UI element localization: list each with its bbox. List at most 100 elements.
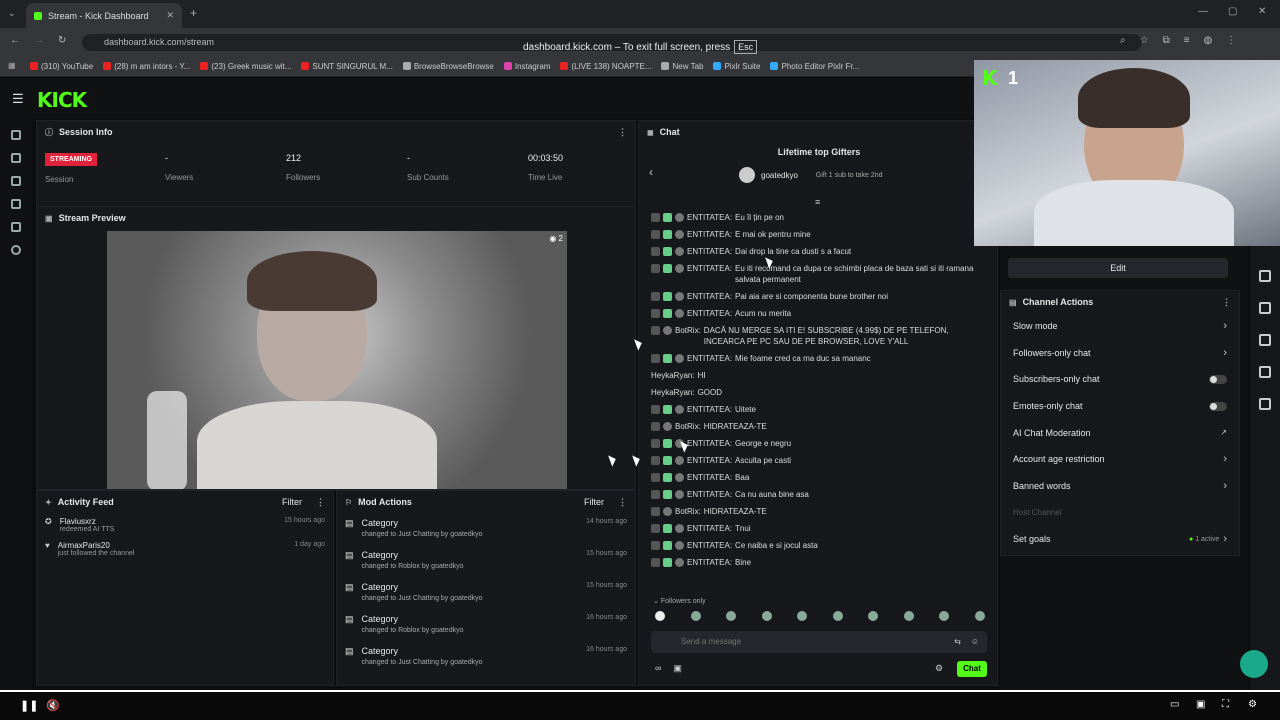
tab-search-icon[interactable]: ⌄: [8, 8, 16, 19]
bookmark-star-icon[interactable]: ☆: [1140, 35, 1149, 46]
close-tab-icon[interactable]: ✕: [166, 10, 174, 21]
chat-username[interactable]: BotRix:: [675, 506, 701, 517]
chat-username[interactable]: ENTITATEA:: [687, 291, 732, 302]
setting-banned-words[interactable]: Banned words ›: [1001, 473, 1239, 500]
chat-username[interactable]: ENTITATEA:: [687, 438, 732, 449]
chat-username[interactable]: ENTITATEA:: [687, 489, 732, 500]
setting-followers-only[interactable]: Followers-only chat ›: [1001, 340, 1239, 367]
profile-icon[interactable]: ◍: [1204, 35, 1213, 46]
mod-menu-icon[interactable]: ⋮: [618, 497, 627, 508]
player-settings-icon[interactable]: ⚙: [1248, 699, 1257, 710]
new-tab-icon[interactable]: +: [190, 6, 197, 20]
hamburger-menu-icon[interactable]: ☰: [12, 91, 24, 107]
chat-username[interactable]: ENTITATEA:: [687, 263, 732, 274]
chat-username[interactable]: ENTITATEA:: [687, 353, 732, 364]
support-chat-icon[interactable]: [1240, 650, 1268, 678]
activity-filter-button[interactable]: Filter: [282, 497, 302, 507]
bookmark-item[interactable]: Pixlr Suite: [713, 62, 760, 71]
mute-icon[interactable]: 🔇: [46, 699, 60, 712]
chat-username[interactable]: ENTITATEA:: [687, 404, 732, 415]
emote-icon[interactable]: [832, 611, 843, 621]
mod-filter-button[interactable]: Filter: [584, 497, 604, 507]
setting-ai-moderation[interactable]: AI Chat Moderation ↗: [1001, 419, 1239, 446]
poll-icon[interactable]: ▣: [673, 663, 682, 674]
subtitles-icon[interactable]: ▭: [1170, 699, 1179, 710]
subscribers-only-toggle[interactable]: [1209, 374, 1227, 384]
bookmark-item[interactable]: Instagram: [503, 62, 550, 71]
bookmark-item[interactable]: New Tab: [661, 62, 703, 71]
settings-icon[interactable]: [11, 245, 21, 255]
emote-icon[interactable]: [903, 611, 914, 621]
setting-slow-mode[interactable]: Slow mode ›: [1001, 313, 1239, 340]
emote-icon[interactable]: [726, 611, 737, 621]
miniplayer-icon[interactable]: ▣: [1196, 699, 1205, 710]
chat-username[interactable]: ENTITATEA:: [687, 229, 732, 240]
chat-input[interactable]: Send a message ⇆ ☺: [651, 631, 987, 653]
bookmark-item[interactable]: (LIVE 138) NOAPTE...: [560, 62, 651, 71]
tool-icon[interactable]: [1259, 270, 1271, 282]
trophy-icon[interactable]: [11, 176, 21, 186]
chat-username[interactable]: BotRix:: [675, 421, 701, 432]
fullscreen-icon[interactable]: ⛶: [1222, 699, 1229, 710]
tool-icon[interactable]: [1259, 398, 1271, 410]
stream-video[interactable]: ◉ 2: [107, 231, 567, 489]
chat-username[interactable]: HeykaRyan:: [651, 370, 695, 381]
emote-icon[interactable]: [974, 611, 985, 621]
setting-set-goals[interactable]: Set goals ● 1 active ›: [1001, 526, 1239, 553]
media-icon[interactable]: ≡: [1184, 35, 1190, 46]
chat-username[interactable]: ENTITATEA:: [687, 472, 732, 483]
emote-icon[interactable]: [797, 611, 808, 621]
chat-username[interactable]: ENTITATEA:: [687, 557, 732, 568]
chat-username[interactable]: ENTITATEA:: [687, 308, 732, 319]
points-icon[interactable]: ∞: [655, 663, 661, 674]
bookmark-item[interactable]: (28) m am intors - Y...: [103, 62, 190, 71]
chat-settings-icon[interactable]: ⚙: [935, 663, 943, 674]
maximize-icon[interactable]: ▢: [1228, 6, 1237, 17]
moderation-icon[interactable]: [11, 222, 21, 232]
activity-menu-icon[interactable]: ⋮: [316, 497, 325, 508]
chat-username[interactable]: ENTITATEA:: [687, 540, 732, 551]
emote-icon[interactable]: [655, 611, 665, 621]
emote-icon[interactable]: [868, 611, 879, 621]
translate-icon[interactable]: ⇆: [954, 631, 961, 653]
channel-menu-icon[interactable]: ⋮: [1222, 297, 1231, 308]
tool-icon[interactable]: [1259, 366, 1271, 378]
menu-icon[interactable]: ⋮: [1226, 35, 1236, 46]
emotes-only-toggle[interactable]: [1209, 401, 1227, 411]
extensions-icon[interactable]: ⧉: [1163, 35, 1170, 46]
tool-icon[interactable]: [1259, 302, 1271, 314]
kick-logo[interactable]: KICK: [37, 88, 87, 112]
stream-icon[interactable]: [11, 153, 21, 163]
zoom-icon[interactable]: ⌕: [1120, 35, 1126, 46]
minimize-icon[interactable]: —: [1198, 6, 1208, 17]
setting-account-age[interactable]: Account age restriction ›: [1001, 446, 1239, 473]
gifters-back-icon[interactable]: ‹: [649, 165, 653, 179]
emote-icon[interactable]: [690, 611, 701, 621]
apps-icon[interactable]: ▦: [8, 61, 16, 70]
forward-icon[interactable]: →: [34, 35, 44, 46]
emote-icon[interactable]: [761, 611, 772, 621]
chat-username[interactable]: ENTITATEA:: [687, 455, 732, 466]
window-close-icon[interactable]: ✕: [1258, 6, 1266, 17]
pause-icon[interactable]: ❚❚: [20, 699, 38, 712]
community-icon[interactable]: [11, 199, 21, 209]
tool-icon[interactable]: [1259, 334, 1271, 346]
bookmark-item[interactable]: (23) Greek music wit...: [200, 62, 291, 71]
session-menu-icon[interactable]: ⋮: [618, 127, 627, 138]
bookmark-item[interactable]: (310) YouTube: [30, 62, 93, 71]
emote-icon[interactable]: [939, 611, 950, 621]
bookmark-item[interactable]: Photo Editor Pixlr Fr...: [770, 62, 859, 71]
collapse-icon[interactable]: ≡: [815, 197, 820, 207]
chat-username[interactable]: HeykaRyan:: [651, 387, 695, 398]
dashboard-icon[interactable]: [11, 130, 21, 140]
bookmark-item[interactable]: SUNT SINGURUL M...: [301, 62, 393, 71]
emoji-icon[interactable]: ☺: [971, 631, 979, 653]
chat-username[interactable]: BotRix:: [675, 325, 701, 336]
chat-username[interactable]: ENTITATEA:: [687, 246, 732, 257]
chat-username[interactable]: ENTITATEA:: [687, 523, 732, 534]
edit-button[interactable]: Edit: [1008, 258, 1228, 278]
send-chat-button[interactable]: Chat: [957, 661, 987, 677]
back-icon[interactable]: ←: [10, 35, 20, 46]
chat-username[interactable]: ENTITATEA:: [687, 212, 732, 223]
bookmark-item[interactable]: BrowseBrowseBrowse: [402, 62, 494, 71]
